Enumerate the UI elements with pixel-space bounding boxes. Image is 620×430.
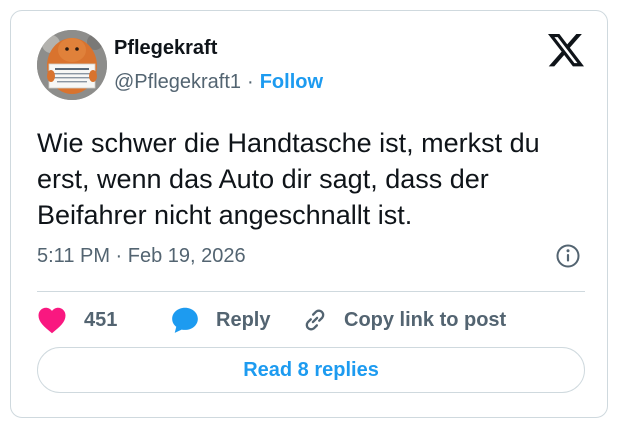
follow-button[interactable]: Follow — [260, 71, 323, 93]
info-icon[interactable] — [555, 243, 581, 269]
read-replies-label: Read 8 replies — [243, 358, 379, 381]
reply-bubble-icon — [172, 307, 198, 333]
divider — [37, 291, 585, 292]
avatar[interactable] — [37, 30, 107, 100]
read-replies-button[interactable]: Read 8 replies — [37, 347, 585, 393]
reply-label: Reply — [216, 308, 271, 331]
separator-dot: · — [247, 71, 254, 93]
tweet-timestamp[interactable]: 5:11 PM · Feb 19, 2026 — [37, 244, 246, 268]
like-button[interactable]: 451 — [37, 302, 117, 338]
reply-button[interactable]: Reply — [171, 302, 270, 338]
link-icon — [305, 309, 325, 331]
avatar-knitted-figure-icon — [37, 30, 107, 100]
x-logo-icon[interactable] — [548, 34, 584, 67]
embedded-tweet-card: Pflegekraft @Pflegekraft1 · Follow Wie sch… — [10, 10, 608, 418]
copy-link-label: Copy link to post — [344, 308, 507, 331]
display-name[interactable]: Pflegekraft — [114, 36, 217, 60]
copy-link-button[interactable]: Copy link to post — [301, 302, 506, 338]
tweet-text: Wie schwer die Handtasche ist, merkst du… — [37, 128, 540, 230]
handle-row: @Pflegekraft1 · Follow — [114, 70, 323, 94]
heart-icon — [38, 307, 66, 334]
like-count: 451 — [84, 308, 118, 331]
handle[interactable]: @Pflegekraft1 — [114, 71, 241, 93]
